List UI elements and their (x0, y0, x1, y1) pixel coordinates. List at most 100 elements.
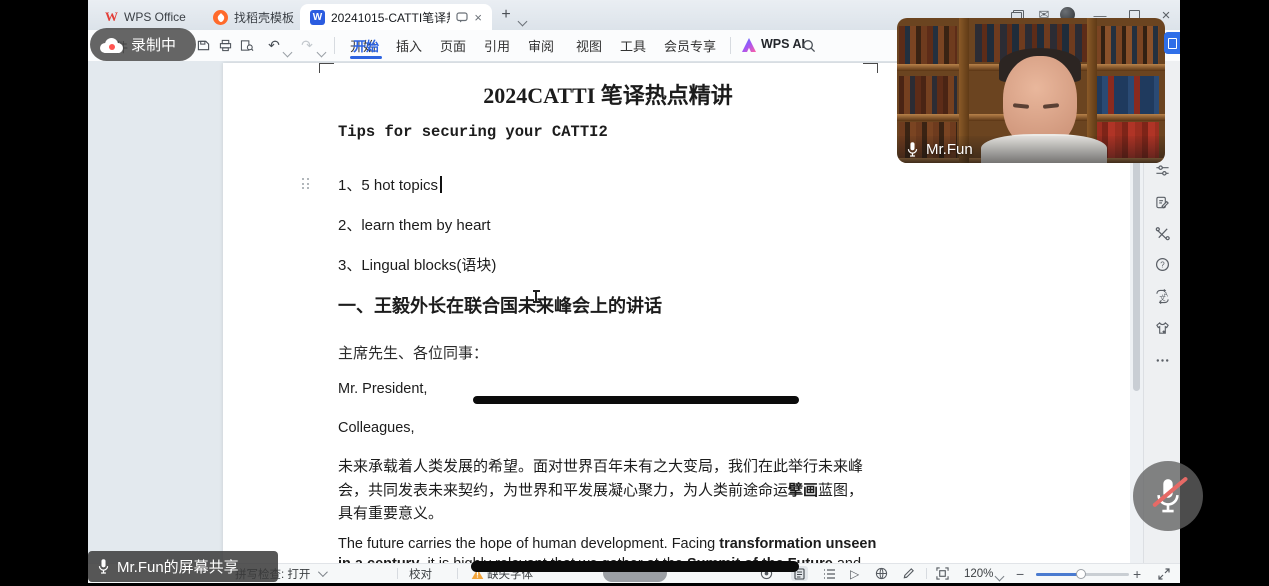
zh-paragraph: 未来承载着人类发展的希望。面对世界百年未有之大变局，我们在此举行未来峰 会，共同… (338, 456, 883, 527)
tab-wps-home[interactable]: W WPS Office (95, 4, 207, 30)
recording-label: 录制中 (131, 34, 176, 55)
list-item-1: 1、5 hot topics (338, 174, 442, 195)
drag-handle-icon[interactable] (302, 178, 310, 190)
margin-mark-left (319, 63, 334, 73)
divider (926, 568, 927, 579)
proofread-button[interactable]: 校对 (409, 564, 432, 583)
tab-close-icon[interactable]: × (474, 11, 482, 24)
zoom-slider-thumb[interactable] (1076, 569, 1086, 579)
ibeam-cursor (535, 291, 537, 302)
zh-line-2: 会，共同发表未来契约，为世界和平发展凝心聚力，为人类前途命运擘画蓝图， (338, 480, 883, 504)
zh-line-1: 未来承载着人类发展的希望。面对世界百年未有之大变局，我们在此举行未来峰 (338, 456, 883, 480)
wps-logo-icon: W (105, 9, 118, 25)
divider (397, 568, 398, 579)
ribbon-tab-review[interactable]: 审阅 (526, 30, 556, 60)
bookshelf-books (899, 76, 957, 114)
ribbon-tab-view[interactable]: 视图 (574, 30, 604, 60)
outline-view-icon[interactable] (823, 564, 836, 583)
printer-icon[interactable] (216, 37, 234, 54)
tab-session-icon[interactable] (456, 12, 468, 23)
list-item-3: 3、Lingual blocks(语块) (338, 254, 496, 275)
properties-icon[interactable] (1154, 162, 1171, 179)
wps-ai-icon[interactable] (742, 38, 756, 52)
divider (730, 37, 731, 54)
wps-edge-badge[interactable] (1164, 32, 1180, 54)
ribbon-tab-tools[interactable]: 工具 (618, 30, 648, 60)
participant-name: Mr.Fun (926, 141, 973, 158)
translate-icon[interactable]: 文A (1154, 288, 1171, 305)
zoom-in-icon[interactable]: + (1133, 564, 1141, 583)
recording-badge[interactable]: 录制中 (90, 28, 196, 61)
tools-icon[interactable] (1154, 225, 1171, 242)
record-cloud-icon (100, 37, 124, 53)
tab-docer-templates[interactable]: 找稻壳模板 (203, 4, 315, 30)
badge-glyph (1168, 38, 1177, 49)
zoom-out-icon[interactable]: − (1016, 564, 1024, 583)
salutation-en-1: Mr. President, (338, 381, 427, 397)
margin-mark-right (863, 63, 878, 73)
fit-page-icon[interactable] (936, 564, 949, 583)
fullscreen-icon[interactable] (1158, 564, 1170, 583)
ribbon-tab-member[interactable]: 会员专享 (662, 30, 718, 60)
video-name-label: Mr.Fun (897, 136, 1165, 163)
web-view-icon[interactable] (875, 564, 888, 583)
undo-dropdown-icon[interactable] (284, 44, 291, 59)
en-line-1: The future carries the hope of human dev… (338, 535, 898, 555)
webcam-video[interactable]: Mr.Fun (897, 18, 1165, 163)
salutation-zh: 主席先生、各位同事： (338, 342, 488, 363)
screen-share-label: Mr.Fun的屏幕共享 (117, 556, 239, 577)
svg-text:A: A (1163, 292, 1168, 299)
bookshelf-books (1095, 76, 1159, 114)
annotation-bar (473, 396, 799, 404)
svg-text:?: ? (1160, 260, 1165, 269)
doc-subtitle: Tips for securing your CATTI2 (338, 123, 608, 141)
skin-icon[interactable] (1154, 320, 1171, 337)
section-heading: 一、王毅外长在联合国未来峰会上的讲话 (338, 292, 662, 318)
ribbon-tab-home-active[interactable]: 开始 (348, 30, 384, 60)
ribbon-tab-page[interactable]: 页面 (438, 30, 468, 60)
new-tab-icon[interactable]: + (497, 6, 515, 24)
play-view-icon[interactable]: ▷ (850, 564, 859, 583)
salutation-en-2: Colleagues, (338, 420, 415, 436)
tab-label: WPS Office (124, 10, 186, 24)
zoom-slider-track[interactable] (1036, 573, 1129, 576)
tab-document[interactable]: W 20241015-CATTI笔译热点精讲 × (300, 4, 492, 30)
word-doc-icon: W (310, 10, 325, 25)
zoom-dropdown-icon[interactable] (996, 571, 1003, 583)
wps-ai-label[interactable]: WPS AI (761, 37, 805, 51)
en-paragraph: The future carries the hope of human dev… (338, 535, 898, 563)
edit-pen-icon[interactable] (902, 564, 915, 583)
tab-label: 找稻壳模板 (234, 9, 294, 26)
zoom-level[interactable]: 120% (964, 564, 993, 583)
resume-helper-icon[interactable] (1154, 194, 1171, 211)
search-icon[interactable] (800, 37, 818, 54)
spellcheck-dropdown-icon[interactable] (318, 567, 328, 577)
mic-muted-button[interactable] (1133, 461, 1203, 531)
tab-list-dropdown-icon[interactable] (519, 12, 526, 30)
quick-toolbar-dropdown-icon[interactable] (318, 44, 325, 59)
tab-label: 20241015-CATTI笔译热点精讲 (331, 9, 450, 26)
doc-title: 2024CATTI 笔译热点精讲 (338, 78, 878, 110)
divider (334, 37, 335, 54)
scrubber-bar[interactable] (471, 561, 799, 572)
more-icon[interactable] (1154, 352, 1171, 369)
mic-icon (906, 141, 919, 158)
screen-share-banner[interactable]: Mr.Fun的屏幕共享 (88, 551, 278, 582)
mic-icon (97, 558, 110, 575)
text-caret (440, 176, 442, 193)
zoom-slider-fill (1036, 573, 1080, 576)
ribbon-tab-reference[interactable]: 引用 (482, 30, 512, 60)
help-icon[interactable]: ? (1154, 256, 1171, 273)
screen: W WPS Office 找稻壳模板 W 20241015-CATTI笔译热点精… (0, 0, 1269, 586)
bookshelf-books (1095, 26, 1159, 64)
list-item-2: 2、learn them by heart (338, 214, 491, 235)
docer-icon (213, 10, 228, 25)
redo-icon[interactable]: ↷ (298, 37, 316, 54)
save-icon[interactable] (194, 37, 212, 54)
print-preview-icon[interactable] (238, 37, 256, 54)
zh-line-3: 具有重要意义。 (338, 503, 883, 527)
divider (457, 568, 458, 579)
bookshelf-books (899, 26, 957, 64)
ribbon-tab-insert[interactable]: 插入 (394, 30, 424, 60)
undo-icon[interactable]: ↶ (265, 37, 283, 54)
